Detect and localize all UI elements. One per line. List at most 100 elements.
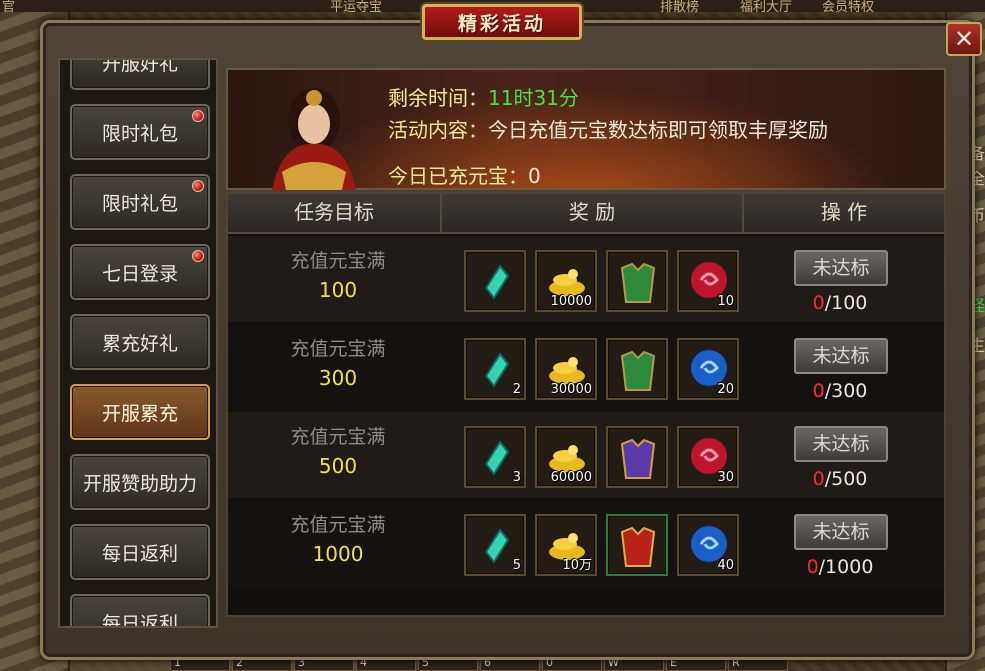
sidebar-item-xianshi-libao-2[interactable]: 限时礼包 bbox=[70, 174, 210, 230]
reward-slot[interactable]: 10000 bbox=[535, 250, 597, 312]
activity-sidebar: 开服好礼 限时礼包 限时礼包 七日登录 累充好礼 开服累充 开服赞助助力 每日返… bbox=[58, 58, 218, 628]
progress-total: /300 bbox=[824, 380, 868, 402]
target-label: 充值元宝满 bbox=[290, 250, 386, 272]
window-title: 精彩活动 bbox=[457, 12, 546, 35]
target-label: 充值元宝满 bbox=[290, 338, 386, 360]
progress-text: 0/100 bbox=[770, 292, 910, 314]
reward-count: 40 bbox=[717, 558, 734, 573]
sidebar-item-label: 累充好礼 bbox=[101, 332, 178, 355]
reward-slot[interactable] bbox=[606, 250, 668, 312]
top-text-3[interactable]: 福利大厅 bbox=[740, 0, 792, 15]
activity-content-label: 活动内容： bbox=[388, 118, 488, 142]
close-button[interactable]: ✕ bbox=[946, 22, 982, 56]
reward-slot[interactable]: 60000 bbox=[535, 426, 597, 488]
today-recharged-label: 今日已充元宝： bbox=[388, 164, 528, 188]
top-text-1[interactable]: 平运夺宝 bbox=[330, 0, 382, 15]
sidebar-item-meiri-fanli-2[interactable]: 每日返利 bbox=[70, 594, 210, 628]
green-armor-icon bbox=[620, 262, 656, 303]
sidebar-item-label: 限时礼包 bbox=[101, 192, 178, 215]
window-title-plate: 精彩活动 bbox=[422, 4, 582, 40]
progress-current: 0 bbox=[812, 380, 825, 402]
reward-slot[interactable]: 5 bbox=[464, 514, 526, 576]
reward-slot[interactable] bbox=[606, 338, 668, 400]
reward-slot[interactable]: 30 bbox=[677, 426, 739, 488]
claim-button[interactable]: 未达标 bbox=[794, 426, 888, 462]
sidebar-item-label: 开服赞助助力 bbox=[82, 472, 197, 495]
task-table: 任务目标 奖 励 操 作 充值元宝满 100 10000 10 未达标 0/10… bbox=[226, 192, 946, 617]
reward-slot[interactable]: 2 bbox=[464, 338, 526, 400]
sidebar-item-label: 每日返利 bbox=[101, 612, 178, 628]
progress-text: 0/300 bbox=[770, 380, 910, 402]
reward-count: 2 bbox=[512, 382, 521, 397]
table-row: 充值元宝满 1000 5 10万 40 未达标 0/1000 bbox=[228, 500, 944, 586]
sidebar-item-leichong-haoli[interactable]: 累充好礼 bbox=[70, 314, 210, 370]
target-value: 1000 bbox=[312, 542, 364, 566]
reward-slot[interactable]: 10 bbox=[677, 250, 739, 312]
reward-slot[interactable] bbox=[606, 426, 668, 488]
table-row: 充值元宝满 500 3 60000 30 未达标 0/500 bbox=[228, 412, 944, 498]
progress-total: /500 bbox=[824, 468, 868, 490]
reward-count: 20 bbox=[717, 382, 734, 397]
notification-dot-icon bbox=[192, 110, 204, 122]
close-icon: ✕ bbox=[953, 25, 975, 53]
remaining-time-line: 剩余时间：11时31分 bbox=[388, 82, 579, 111]
table-header: 任务目标 奖 励 操 作 bbox=[228, 194, 944, 234]
crystal-icon bbox=[484, 264, 510, 300]
remaining-time-value: 11时31分 bbox=[488, 86, 579, 110]
heroine-portrait-icon bbox=[272, 88, 356, 190]
reward-slot[interactable] bbox=[464, 250, 526, 312]
table-row: 充值元宝满 300 2 30000 20 未达标 0/300 bbox=[228, 324, 944, 410]
header-operation: 操 作 bbox=[820, 200, 868, 224]
reward-slot[interactable]: 20 bbox=[677, 338, 739, 400]
target-value: 300 bbox=[318, 366, 358, 390]
top-text-2[interactable]: 排散榜 bbox=[660, 0, 699, 15]
activity-banner: 剩余时间：11时31分 活动内容：今日充值元宝数达标即可领取丰厚奖励 今日已充元… bbox=[226, 68, 946, 190]
reward-count: 10000 bbox=[550, 294, 592, 309]
progress-current: 0 bbox=[812, 468, 825, 490]
reward-count: 30000 bbox=[550, 382, 592, 397]
claim-button[interactable]: 未达标 bbox=[794, 338, 888, 374]
remaining-time-label: 剩余时间： bbox=[388, 86, 488, 110]
activity-content-value: 今日充值元宝数达标即可领取丰厚奖励 bbox=[488, 118, 828, 142]
sidebar-item-kaifu-zanzhu[interactable]: 开服赞助助力 bbox=[70, 454, 210, 510]
table-row: 充值元宝满 100 10000 10 未达标 0/100 bbox=[228, 236, 944, 322]
reward-count: 30 bbox=[717, 470, 734, 485]
progress-total: /1000 bbox=[818, 556, 874, 578]
sidebar-item-label: 每日返利 bbox=[101, 542, 178, 565]
reward-slot[interactable]: 3 bbox=[464, 426, 526, 488]
reward-count: 60000 bbox=[550, 470, 592, 485]
reward-count: 10万 bbox=[562, 558, 592, 573]
target-label: 充值元宝满 bbox=[290, 514, 386, 536]
target-label: 充值元宝满 bbox=[290, 426, 386, 448]
progress-text: 0/1000 bbox=[770, 556, 910, 578]
sidebar-item-kaifu-leichong[interactable]: 开服累充 bbox=[70, 384, 210, 440]
purple-armor-icon bbox=[620, 438, 656, 479]
claim-button[interactable]: 未达标 bbox=[794, 514, 888, 550]
top-text-0: 官 bbox=[2, 0, 16, 15]
today-recharged-line: 今日已充元宝：0 bbox=[388, 160, 541, 189]
reward-slot[interactable]: 10万 bbox=[535, 514, 597, 576]
today-recharged-value: 0 bbox=[528, 164, 541, 188]
sidebar-item-kaifu-haoli[interactable]: 开服好礼 bbox=[70, 58, 210, 90]
header-task-target: 任务目标 bbox=[228, 194, 442, 232]
reward-slot[interactable]: 40 bbox=[677, 514, 739, 576]
sidebar-item-meiri-fanli[interactable]: 每日返利 bbox=[70, 524, 210, 580]
activity-content-line: 活动内容：今日充值元宝数达标即可领取丰厚奖励 bbox=[388, 114, 828, 143]
claim-button[interactable]: 未达标 bbox=[794, 250, 888, 286]
sidebar-item-qiri-denglu[interactable]: 七日登录 bbox=[70, 244, 210, 300]
green-armor-icon bbox=[620, 350, 656, 391]
sidebar-item-label: 开服累充 bbox=[101, 402, 178, 425]
reward-slot[interactable] bbox=[606, 514, 668, 576]
target-value: 500 bbox=[318, 454, 358, 478]
top-text-4[interactable]: 会员特权 bbox=[822, 0, 874, 15]
progress-current: 0 bbox=[806, 556, 819, 578]
reward-count: 3 bbox=[512, 470, 521, 485]
reward-slot[interactable]: 30000 bbox=[535, 338, 597, 400]
sidebar-item-label: 限时礼包 bbox=[101, 122, 178, 145]
sidebar-item-xianshi-libao[interactable]: 限时礼包 bbox=[70, 104, 210, 160]
header-reward: 奖 励 bbox=[442, 194, 744, 232]
sidebar-item-label: 七日登录 bbox=[101, 262, 178, 285]
target-value: 100 bbox=[318, 278, 358, 302]
sidebar-item-label: 开服好礼 bbox=[101, 58, 178, 75]
red-armor-icon bbox=[620, 526, 656, 567]
